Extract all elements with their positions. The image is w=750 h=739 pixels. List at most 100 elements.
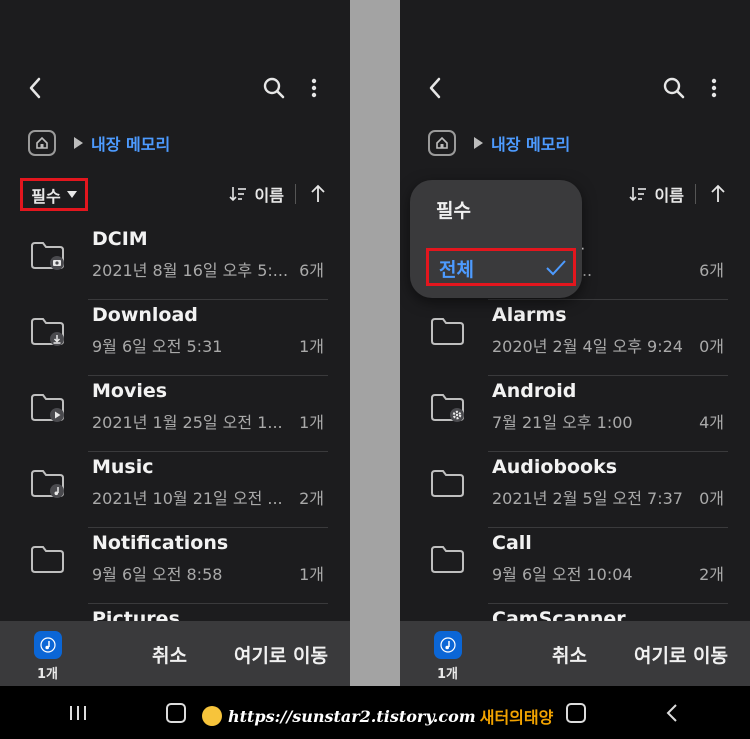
more-options-icon[interactable] [304,74,324,102]
folder-date: 2021년 1월 25일 오전 1... [92,413,283,432]
home-icon[interactable] [428,130,456,156]
folder-name: Movies [92,380,168,402]
back-arrow-icon[interactable] [22,74,50,102]
folder-date: 7월 21일 오후 1:00 [492,413,633,432]
sort-label: 이름 [254,186,284,205]
folder-camera-icon [30,238,66,272]
folder-item-count: 4개 [699,413,724,432]
folder-play-icon [30,390,66,424]
action-bar: 1개 취소 여기로 이동 [0,621,350,686]
watermark: https://sunstar2.tistory.com 새터의태양 [202,704,553,728]
folder-name: Notifications [92,532,229,554]
app-bar [0,70,350,106]
sort-button[interactable]: 이름 [628,182,684,206]
folder-row[interactable]: DCIM 2021년 8월 16일 오후 5:... 6개 [0,224,350,300]
folder-item-count: 2개 [299,489,324,508]
watermark-url: https://sunstar2.tistory.com [228,706,476,726]
home-button-icon[interactable] [566,703,586,723]
breadcrumb-label[interactable]: 내장 메모리 [91,131,170,155]
nav-back-icon[interactable] [664,702,680,724]
home-icon[interactable] [28,130,56,156]
folder-row[interactable]: Download 9월 6일 오전 5:31 1개 [0,300,350,376]
folder-icon [30,542,66,576]
folder-item-count: 1개 [299,565,324,584]
folder-item-count: 6개 [699,261,724,280]
sort-direction-up-icon[interactable] [708,182,728,206]
recent-apps-icon[interactable] [68,704,88,722]
folder-name: Call [492,532,532,554]
filter-label: 필수 [31,186,61,206]
sort-icon [628,187,646,202]
folder-row[interactable]: Call 9월 6일 오전 10:04 2개 [400,528,750,604]
cancel-button[interactable]: 취소 [552,641,587,668]
more-options-icon[interactable] [704,74,724,102]
action-bar: 1개 취소 여기로 이동 [400,621,750,686]
filter-popup-menu: 필수 전체 [410,180,582,298]
breadcrumb-arrow-icon [474,137,483,149]
search-icon[interactable] [260,74,288,102]
folder-name: Music [92,456,154,478]
sort-icon [228,187,246,202]
folder-date: 2021년 10월 21일 오전 ... [92,489,283,508]
emoji-face-icon [202,706,222,726]
filter-dropdown-button[interactable]: 필수 [20,178,88,211]
home-button-icon[interactable] [166,703,186,723]
filter-option-all-label: 전체 [439,259,474,281]
folder-item-count: 1개 [299,337,324,356]
cancel-button[interactable]: 취소 [152,641,187,668]
folder-date: 2020년 2월 4일 오후 9:24 [492,337,683,356]
selected-count: 1개 [37,667,59,682]
dropdown-triangle-icon [66,191,77,198]
folder-date: 9월 6일 오전 8:58 [92,565,223,584]
music-file-icon [434,631,462,659]
folder-name: Alarms [492,304,567,326]
folder-name: Download [92,304,198,326]
folder-download-icon [30,314,66,348]
filter-option-all[interactable]: 전체 [426,248,576,286]
folder-name: Audiobooks [492,456,618,478]
selected-count: 1개 [437,667,459,682]
right-panel: 내장 메모리 이름 ALDATA_25일 오전 1...6개Alarms2020… [400,0,750,686]
back-arrow-icon[interactable] [422,74,450,102]
folder-row[interactable]: Music 2021년 10월 21일 오전 ... 2개 [0,452,350,528]
folder-row[interactable]: Alarms 2020년 2월 4일 오후 9:24 0개 [400,300,750,376]
system-nav-bar: https://sunstar2.tistory.com 새터의태양 [0,686,750,739]
watermark-brand: 새터의태양 [479,708,554,727]
folder-item-count: 6개 [299,261,324,280]
sort-direction-up-icon[interactable] [308,182,328,206]
sort-label: 이름 [654,186,684,205]
app-bar [400,70,750,106]
filter-bar: 필수 이름 [0,178,350,211]
folder-item-count: 1개 [299,413,324,432]
folder-item-count: 0개 [699,337,724,356]
folder-icon [430,542,466,576]
sort-button[interactable]: 이름 [228,182,284,206]
breadcrumb: 내장 메모리 [28,128,170,158]
checkmark-icon [546,260,566,276]
folder-name: DCIM [92,228,148,250]
move-here-button[interactable]: 여기로 이동 [634,641,728,668]
sort-separator [695,184,696,204]
breadcrumb-label[interactable]: 내장 메모리 [491,131,570,155]
folder-date: 9월 6일 오전 5:31 [92,337,223,356]
folder-list: DCIM 2021년 8월 16일 오후 5:... 6개 Download 9월 6일… [0,224,350,680]
folder-music-icon [30,466,66,500]
music-file-icon [34,631,62,659]
left-panel: 내장 메모리 필수 이름 DCIM 2021년 8월 16일 오후 5:... 6개… [0,0,350,686]
panel-divider [350,0,400,686]
filter-option-essential[interactable]: 필수 [436,196,471,223]
sort-separator [295,184,296,204]
folder-gear-icon [430,390,466,424]
search-icon[interactable] [660,74,688,102]
folder-item-count: 0개 [699,489,724,508]
folder-name: Android [492,380,577,402]
folder-row[interactable]: Movies 2021년 1월 25일 오전 1... 1개 [0,376,350,452]
folder-date: 2021년 8월 16일 오후 5:... [92,261,289,280]
breadcrumb: 내장 메모리 [428,128,570,158]
move-here-button[interactable]: 여기로 이동 [234,641,328,668]
folder-row[interactable]: Audiobooks 2021년 2월 5일 오전 7:37 0개 [400,452,750,528]
breadcrumb-arrow-icon [74,137,83,149]
folder-row[interactable]: Notifications 9월 6일 오전 8:58 1개 [0,528,350,604]
folder-icon [430,314,466,348]
folder-row[interactable]: Android 7월 21일 오후 1:00 4개 [400,376,750,452]
